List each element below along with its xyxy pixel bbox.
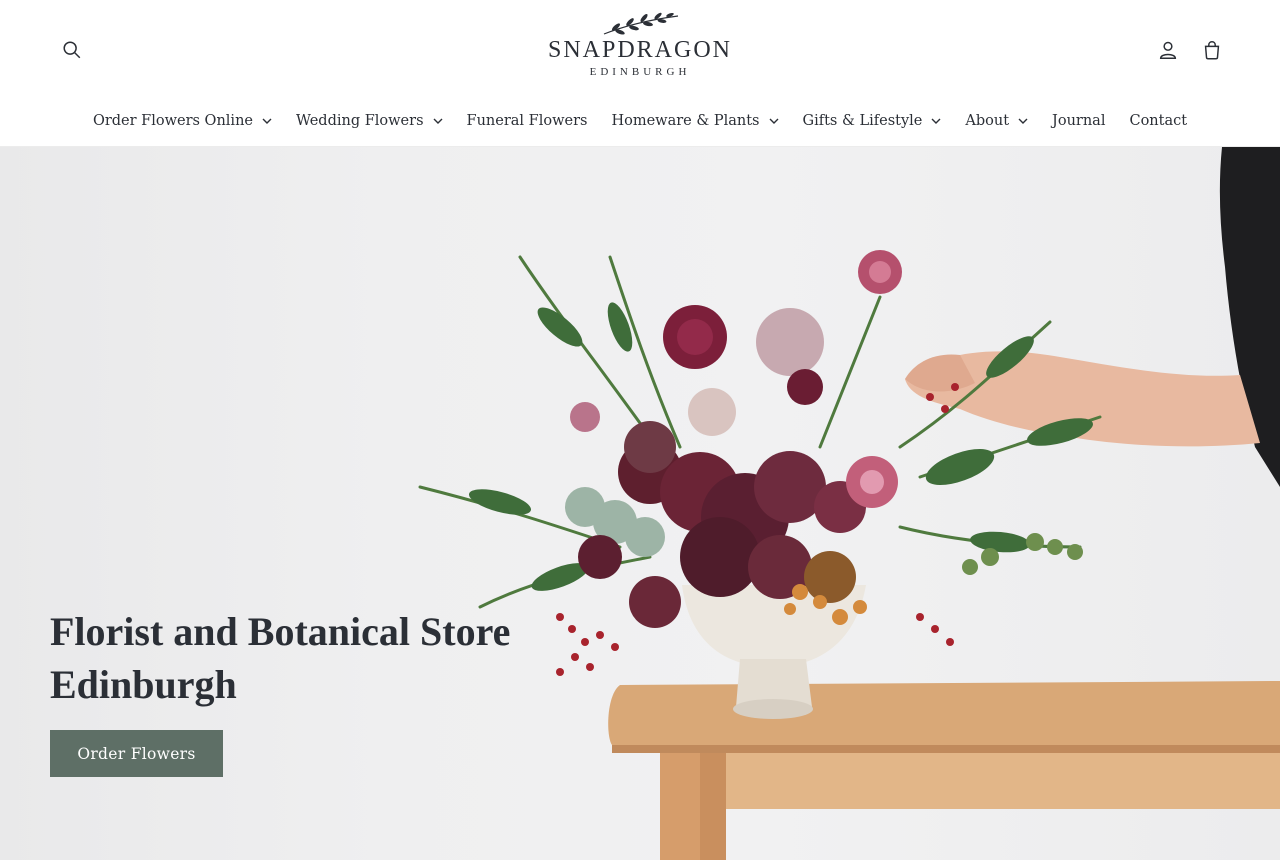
hero-title: Florist and Botanical Store Edinburgh [50, 605, 570, 711]
site-header: SNAPDRAGON EDINBURGH Order Flowers Onlin… [0, 0, 1280, 147]
nav-item-label: Contact [1129, 113, 1188, 129]
nav-item-about[interactable]: About [953, 113, 1040, 129]
nav-item-wedding-flowers[interactable]: Wedding Flowers [284, 113, 455, 129]
nav-item-contact[interactable]: Contact [1117, 113, 1199, 129]
search-button[interactable] [54, 32, 90, 68]
account-button[interactable] [1150, 32, 1186, 68]
site-logo[interactable]: SNAPDRAGON EDINBURGH [540, 10, 740, 90]
hero-title-line1: Florist and Botanical Store [50, 609, 511, 654]
nav-item-label: Gifts & Lifestyle [802, 113, 923, 129]
nav-item-label: Order Flowers Online [92, 113, 253, 129]
nav-item-journal[interactable]: Journal [1040, 113, 1117, 129]
chevron-down-icon [769, 116, 779, 126]
chevron-down-icon [1018, 116, 1028, 126]
chevron-down-icon [262, 116, 272, 126]
chevron-down-icon [931, 116, 941, 126]
order-flowers-button[interactable]: Order Flowers [50, 730, 223, 777]
nav-item-order-flowers-online[interactable]: Order Flowers Online [81, 113, 284, 129]
cart-button[interactable] [1194, 32, 1230, 68]
logo-name: SNAPDRAGON [547, 37, 733, 63]
nav-item-label: Homeware & Plants [611, 113, 760, 129]
nav-item-label: Journal [1052, 113, 1106, 129]
search-icon [63, 41, 81, 59]
nav-item-label: About [965, 113, 1010, 129]
nav-item-label: Funeral Flowers [466, 113, 588, 129]
hero-banner: Florist and Botanical Store Edinburgh Or… [0, 147, 1280, 860]
chevron-down-icon [433, 116, 443, 126]
sprig-logo-icon [603, 12, 679, 35]
hero-title-line2: Edinburgh [50, 662, 237, 707]
nav-item-label: Wedding Flowers [295, 113, 424, 129]
user-icon [1159, 41, 1177, 59]
nav-item-gifts-lifestyle[interactable]: Gifts & Lifestyle [791, 113, 954, 129]
nav-item-funeral-flowers[interactable]: Funeral Flowers [455, 113, 600, 129]
cart-icon [1204, 41, 1220, 60]
nav-item-homeware-plants[interactable]: Homeware & Plants [599, 113, 790, 129]
logo-subtitle: EDINBURGH [589, 66, 691, 78]
main-navigation: Order Flowers Online Wedding Flowers Fun… [0, 104, 1280, 138]
